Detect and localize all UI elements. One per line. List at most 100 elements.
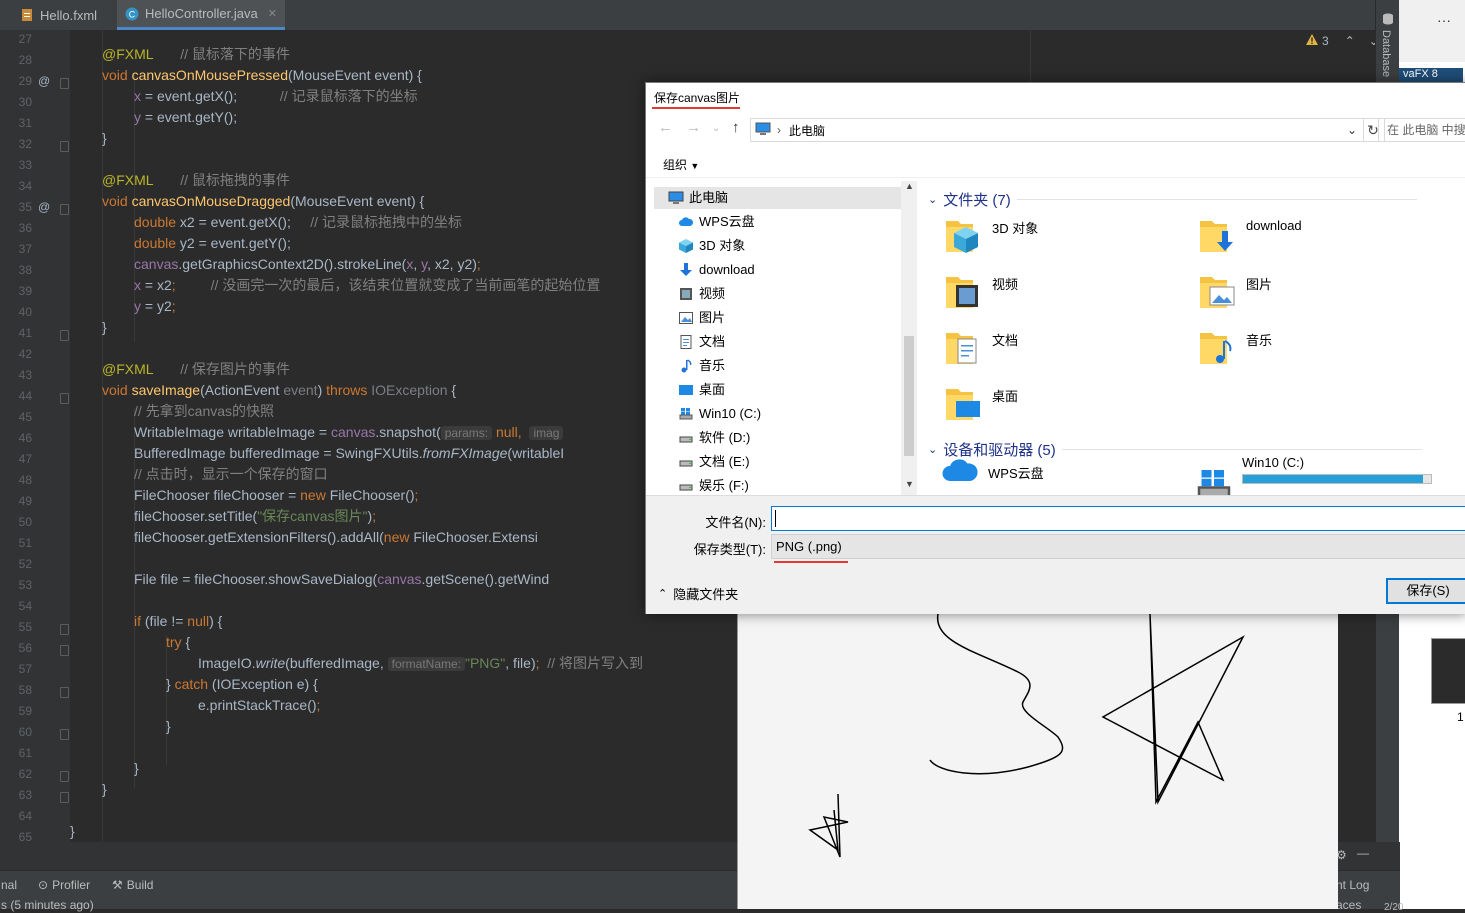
chevron-up-icon[interactable]: ⌃ [1345, 34, 1355, 48]
folder-item[interactable]: 文档 [944, 327, 1018, 367]
drawing-stroke-digit [929, 613, 1064, 775]
document-icon [678, 334, 694, 350]
address-bar-row: ← → ⌄ ↑ › 此电脑 ⌄ ↻ 在 此电脑 中搜 [646, 115, 1465, 143]
nav-item[interactable]: 娱乐 (F:) [678, 475, 749, 495]
folder-item[interactable]: 音乐 [1198, 327, 1272, 367]
nav-item[interactable]: 软件 (D:) [678, 427, 750, 449]
nav-item[interactable]: 文档 [678, 331, 725, 353]
code-text: FileChooser.Extensi [409, 529, 538, 545]
desktop-icon [678, 382, 694, 398]
tab-hello-controller[interactable]: C HelloController.java ✕ [117, 0, 285, 30]
fold-marker-icon[interactable] [60, 204, 69, 215]
chevron-down-icon: ⌄ [928, 194, 938, 206]
organize-menu[interactable]: 组织 ▼ [663, 156, 699, 173]
fold-marker-icon[interactable] [60, 792, 69, 803]
code-text: (bufferedImage, [285, 655, 384, 671]
nav-item-label: 视频 [699, 286, 726, 301]
download-folder-icon [1198, 215, 1238, 255]
code-exception: IOException [371, 382, 448, 398]
code-keyword: null [187, 613, 210, 629]
event-log-tool[interactable]: nt Log [1336, 878, 1369, 892]
folder-item[interactable]: 视频 [944, 271, 1018, 311]
device-label: WPS云盘 [988, 466, 1044, 481]
nav-item[interactable]: 文档 (E:) [678, 451, 750, 473]
code-semicolon: ; [535, 655, 540, 671]
line-number: 61 [18, 746, 32, 760]
fold-marker-icon[interactable] [60, 330, 69, 341]
nav-item[interactable]: 图片 [678, 307, 725, 329]
implements-marker-icon[interactable]: @ [38, 74, 50, 88]
nav-item[interactable]: 视频 [678, 283, 725, 305]
document-folder-icon [944, 327, 984, 367]
music-folder-icon [1198, 327, 1238, 367]
device-item[interactable]: WPS云盘 [940, 451, 1044, 491]
nav-scrollbar[interactable]: ▲ ▼ [901, 181, 917, 495]
fold-marker-icon[interactable] [60, 645, 69, 656]
nav-item[interactable]: 此电脑 [654, 187, 901, 209]
scroll-up-icon[interactable]: ▲ [905, 181, 914, 191]
address-dropdown-icon[interactable]: ⌄ [1347, 123, 1357, 137]
drive-usage-fill [1243, 475, 1424, 483]
fxml-file-icon [20, 8, 34, 22]
recent-locations-chevron-icon[interactable]: ⌄ [712, 123, 720, 134]
nav-item[interactable]: 3D 对象 [678, 235, 745, 257]
hide-folders-toggle[interactable]: ⌃ 隐藏文件夹 [658, 584, 738, 603]
folders-group-header[interactable]: ⌄ 文件夹 (7) [928, 189, 1417, 210]
close-icon[interactable]: ✕ [268, 7, 277, 20]
filename-input[interactable] [771, 506, 1465, 531]
folder-item[interactable]: 桌面 [944, 383, 1018, 423]
minimize-icon[interactable]: — [1357, 846, 1369, 860]
status-right-text: aces [1336, 898, 1362, 912]
build-tool[interactable]: ⚒ Build [112, 878, 153, 892]
fold-marker-icon[interactable] [60, 729, 69, 740]
fold-marker-icon[interactable] [60, 393, 69, 404]
filetype-select[interactable]: PNG (.png) [771, 534, 1465, 559]
nav-item[interactable]: WPS云盘 [678, 211, 755, 233]
search-input[interactable]: 在 此电脑 中搜 [1378, 118, 1465, 142]
fold-marker-icon[interactable] [60, 771, 69, 782]
code-text: } [134, 760, 139, 776]
nav-item[interactable]: download [678, 259, 755, 281]
line-number: 28 [18, 53, 32, 67]
nav-item[interactable]: 桌面 [678, 379, 725, 401]
method-name: saveImage [131, 382, 201, 398]
line-number: 27 [18, 32, 32, 46]
more-icon[interactable]: ··· [1437, 12, 1451, 28]
inspection-widget[interactable]: 3 ⌃ ⌄ [1306, 34, 1379, 48]
scroll-down-icon[interactable]: ▼ [905, 479, 914, 489]
param-hint: formatName: [387, 657, 465, 671]
breadcrumb[interactable]: 此电脑 [789, 122, 825, 139]
database-icon[interactable] [1382, 12, 1394, 30]
device-item[interactable]: Win10 (C:) [1194, 451, 1432, 495]
save-button[interactable]: 保存(S) [1386, 578, 1465, 604]
back-arrow-icon[interactable]: ← [658, 119, 673, 136]
code-comment: // 鼠标落下的事件 [180, 46, 290, 62]
forward-arrow-icon[interactable]: → [686, 119, 701, 136]
folder-item[interactable]: 图片 [1198, 271, 1272, 311]
folder-item[interactable]: download [1198, 215, 1302, 255]
fold-marker-icon[interactable] [60, 141, 69, 152]
nav-item[interactable]: Win10 (C:) [678, 403, 761, 425]
fold-marker-icon[interactable] [60, 78, 69, 89]
up-arrow-icon[interactable]: ↑ [732, 119, 740, 136]
address-bar[interactable]: › 此电脑 ⌄ [750, 118, 1364, 142]
code-keyword: new [300, 487, 326, 503]
method-name: canvasOnMouseDragged [131, 193, 291, 209]
line-number: 63 [18, 788, 32, 802]
profiler-tool[interactable]: ⊙ Profiler [38, 878, 90, 892]
drawing-canvas[interactable] [738, 612, 1338, 909]
terminal-tool[interactable]: nal [1, 878, 17, 892]
implements-marker-icon[interactable]: @ [38, 200, 50, 214]
nav-item-label: 文档 (E:) [699, 454, 750, 469]
tab-hello-fxml[interactable]: Hello.fxml [20, 0, 97, 30]
folder-item[interactable]: 3D 对象 [944, 215, 1038, 255]
nav-item[interactable]: 音乐 [678, 355, 725, 377]
fold-marker-icon[interactable] [60, 687, 69, 698]
code-text: .snapshot( [375, 424, 441, 440]
fold-marker-icon[interactable] [60, 624, 69, 635]
code-text: = event.getY(); [141, 109, 238, 125]
database-tool-label[interactable]: Database [1380, 30, 1392, 77]
scrollbar-thumb[interactable] [904, 336, 914, 456]
profiler-icon: ⊙ [38, 878, 49, 892]
pc-icon [755, 122, 771, 139]
